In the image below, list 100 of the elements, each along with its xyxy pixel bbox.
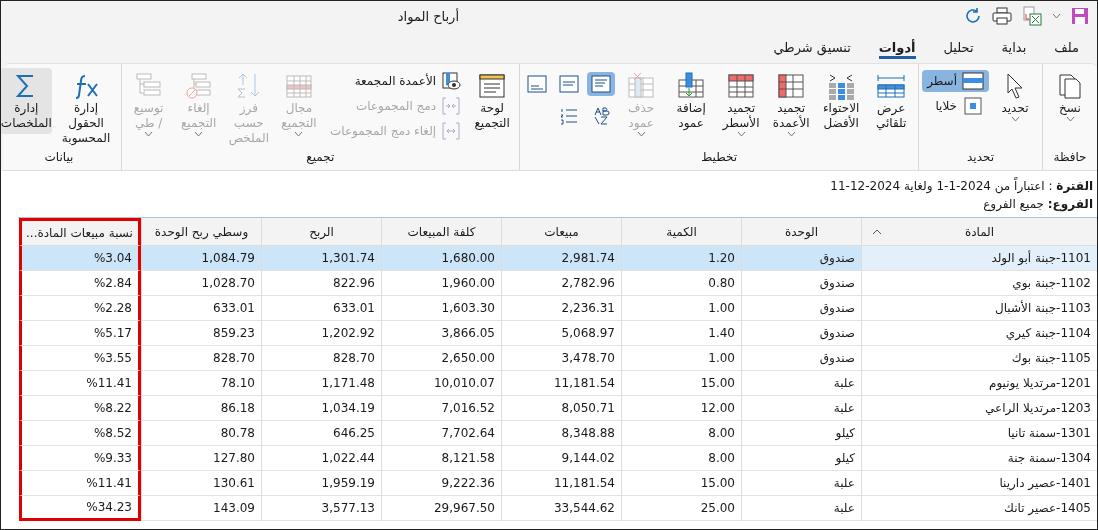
group-label: تخطيط (700, 150, 739, 166)
table-cell: 1,960.00 (381, 271, 501, 296)
table-cell: كيلو (741, 421, 861, 446)
table-cell: 12.00 (621, 396, 741, 421)
table-cell: 8.00 (621, 421, 741, 446)
ribbon-button[interactable]: إدارة الملخصات (1, 68, 53, 134)
excel-export-icon[interactable] (1022, 6, 1042, 26)
table-cell: 1101-جبنة أبو الولد (861, 246, 1097, 271)
table-cell: 859.23 (141, 321, 261, 346)
ribbon-button[interactable]: إضافة عمود (667, 68, 716, 134)
text-direction-icon (592, 107, 611, 125)
column-header[interactable]: المادة (861, 218, 1097, 246)
table-cell: كيلو (741, 446, 861, 471)
print-icon[interactable] (992, 7, 1012, 25)
table-cell: 828.70 (261, 346, 381, 371)
table-cell: 1105-جبنة بوك (861, 346, 1097, 371)
freeze-columns-icon (776, 71, 807, 101)
group-label: تجميع (305, 150, 336, 166)
table-cell: 2,782.96 (501, 271, 621, 296)
table-cell: 130.61 (141, 471, 261, 496)
ribbon-button[interactable]: تجميد الأعمدة (767, 68, 816, 140)
table-cell: %2.84 (19, 271, 141, 296)
table-cell: 633.01 (261, 296, 381, 321)
save-icon[interactable] (1071, 7, 1089, 25)
table-cell: 3,577.13 (261, 496, 381, 521)
column-header[interactable]: الربح (261, 218, 381, 246)
ribbon-button[interactable]: لوحة التجميع (468, 68, 517, 134)
table-cell: 1,680.00 (381, 246, 501, 271)
ribbon-button[interactable]: تحديد (991, 68, 1039, 125)
table-cell: %8.22 (19, 396, 141, 421)
table-cell: %3.04 (19, 246, 141, 271)
layout-button[interactable] (587, 72, 616, 96)
ribbon-tab[interactable]: بداية (1001, 35, 1027, 59)
table-cell: 1,022.44 (261, 446, 381, 471)
table-cell: %2.28 (19, 296, 141, 321)
table-cell: 1,959.19 (261, 471, 381, 496)
table-cell: صندوق (741, 296, 861, 321)
table-cell: 80.78 (141, 421, 261, 446)
table-cell: 1.40 (621, 321, 741, 346)
table-cell: 1401-عصير دارينا (861, 471, 1097, 496)
table-cell: 86.18 (141, 396, 261, 421)
table-cell: 8,121.58 (381, 446, 501, 471)
group-label: حافظة (1052, 150, 1088, 166)
ribbon-tab[interactable]: تنسيق شرطي (773, 35, 851, 59)
delete-column-icon (626, 71, 657, 101)
group-label: تحديد (966, 150, 996, 166)
table-cell: 1203-مرتديلا الراعي (861, 396, 1097, 421)
column-header[interactable]: نسبة مبيعات المادة... (19, 218, 141, 246)
refresh-icon[interactable] (964, 7, 982, 25)
ribbon-button[interactable]: الأعمدة المجمعة (325, 70, 467, 92)
table-cell: 1304-سمنة جنة (861, 446, 1097, 471)
table-cell: 1,301.74 (261, 246, 381, 271)
ribbon-button[interactable]: الاحتواء الأفضل (817, 68, 866, 134)
table-cell: 2,650.00 (381, 346, 501, 371)
table-cell: 1104-جبنة كيري (861, 321, 1097, 346)
table-cell: 78.10 (141, 371, 261, 396)
table-cell: %5.17 (19, 321, 141, 346)
layout-icon (591, 75, 612, 93)
table-cell: صندوق (741, 246, 861, 271)
table-cell: 33,544.62 (501, 496, 621, 521)
table-cell: %9.33 (19, 446, 141, 471)
table-cell: 25.00 (621, 496, 741, 521)
numbered-list-icon (560, 107, 579, 125)
table-cell: 1201-مرتديلا يونيوم (861, 371, 1097, 396)
table-cell: صندوق (741, 321, 861, 346)
merge-icon (441, 97, 462, 115)
ribbon-tab[interactable]: أدوات (878, 35, 916, 59)
table-cell: 1,171.48 (261, 371, 381, 396)
ribbon-button[interactable]: نسخ (1046, 68, 1094, 125)
table-cell: 7,016.52 (381, 396, 501, 421)
report-info: الفترة : اعتباراً من 2024-1-1 ولغاية 2024-12-11 (829, 179, 1093, 193)
table-cell: 1.00 (621, 296, 741, 321)
table-cell: 1301-سمنة تانيا (861, 421, 1097, 446)
ribbon-button[interactable]: تجميد الأسطر (717, 68, 766, 140)
table-cell: 127.80 (141, 446, 261, 471)
column-header[interactable]: وسطي ربح الوحدة (141, 218, 261, 246)
ribbon-tab[interactable]: ملف (1054, 35, 1079, 59)
ribbon-button[interactable]: إدارة الحقول المحسوبة (54, 68, 118, 149)
column-header[interactable]: كلفة المبيعات (381, 218, 501, 246)
ribbon-button[interactable]: أسطر (922, 70, 989, 92)
table-cell: 1102-جبنة بوي (861, 271, 1097, 296)
table-cell: 3,478.70 (501, 346, 621, 371)
table-cell: 1,202.92 (261, 321, 381, 346)
table-cell: 11,181.54 (501, 371, 621, 396)
ribbon-button[interactable]: عرض تلقائي (867, 68, 916, 134)
table-cell: %3.55 (19, 346, 141, 371)
table-cell: %8.52 (19, 421, 141, 446)
ribbon-button[interactable]: خلايا (922, 95, 989, 117)
table-cell: صندوق (741, 271, 861, 296)
column-header[interactable]: الوحدة (741, 218, 861, 246)
column-header[interactable]: الكمية (621, 218, 741, 246)
group-label: بيانات (43, 150, 75, 166)
report-info: الفروع: جميع الفروع (982, 197, 1093, 211)
table-cell: 11,181.54 (501, 471, 621, 496)
ribbon-tab[interactable]: تحليل (943, 35, 974, 59)
column-header[interactable]: مبيعات (501, 218, 621, 246)
table-cell: 1,034.19 (261, 396, 381, 421)
table-cell: علبة (741, 471, 861, 496)
sort-up-icon (872, 228, 882, 235)
ungroup-icon (183, 71, 214, 101)
